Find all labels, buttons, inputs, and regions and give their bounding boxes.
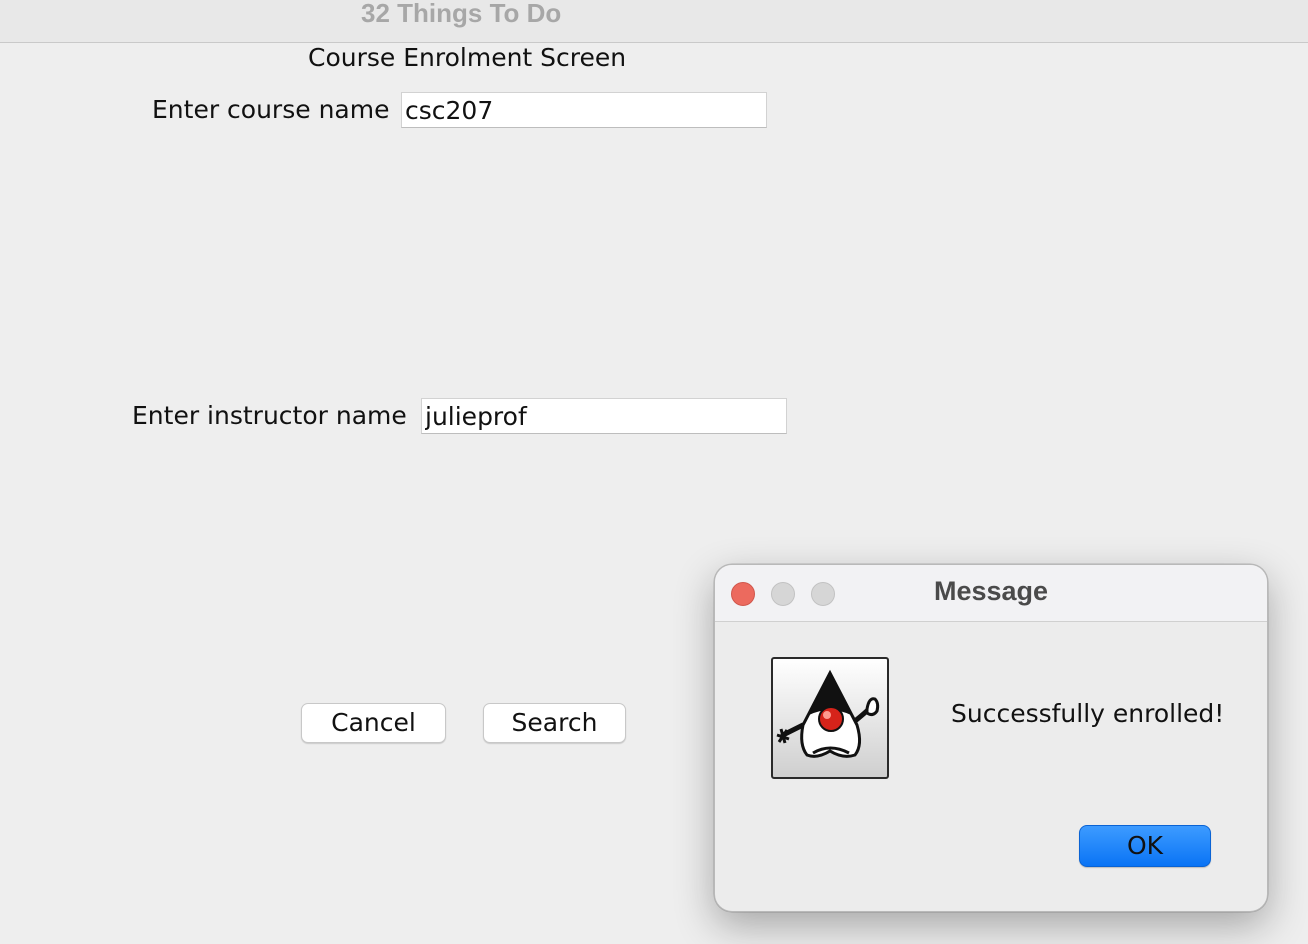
message-dialog: Message Successfully enrolled! OK (714, 564, 1268, 912)
ok-button[interactable]: OK (1079, 825, 1211, 867)
course-name-label: Enter course name (152, 95, 390, 124)
java-duke-icon (771, 657, 889, 779)
instructor-name-input[interactable] (421, 398, 787, 434)
instructor-name-label: Enter instructor name (132, 401, 407, 430)
course-name-input[interactable] (401, 92, 767, 128)
search-button[interactable]: Search (483, 703, 626, 743)
dialog-message: Successfully enrolled! (951, 699, 1225, 728)
cancel-button[interactable]: Cancel (301, 703, 446, 743)
page-heading: Course Enrolment Screen (308, 43, 627, 72)
main-window: 32 Things To Do Course Enrolment Screen … (0, 0, 1308, 944)
dialog-titlebar[interactable]: Message (715, 565, 1267, 622)
window-title: 32 Things To Do (361, 0, 562, 28)
dialog-title: Message (933, 576, 1049, 606)
window-titlebar[interactable]: 32 Things To Do (0, 0, 1308, 43)
